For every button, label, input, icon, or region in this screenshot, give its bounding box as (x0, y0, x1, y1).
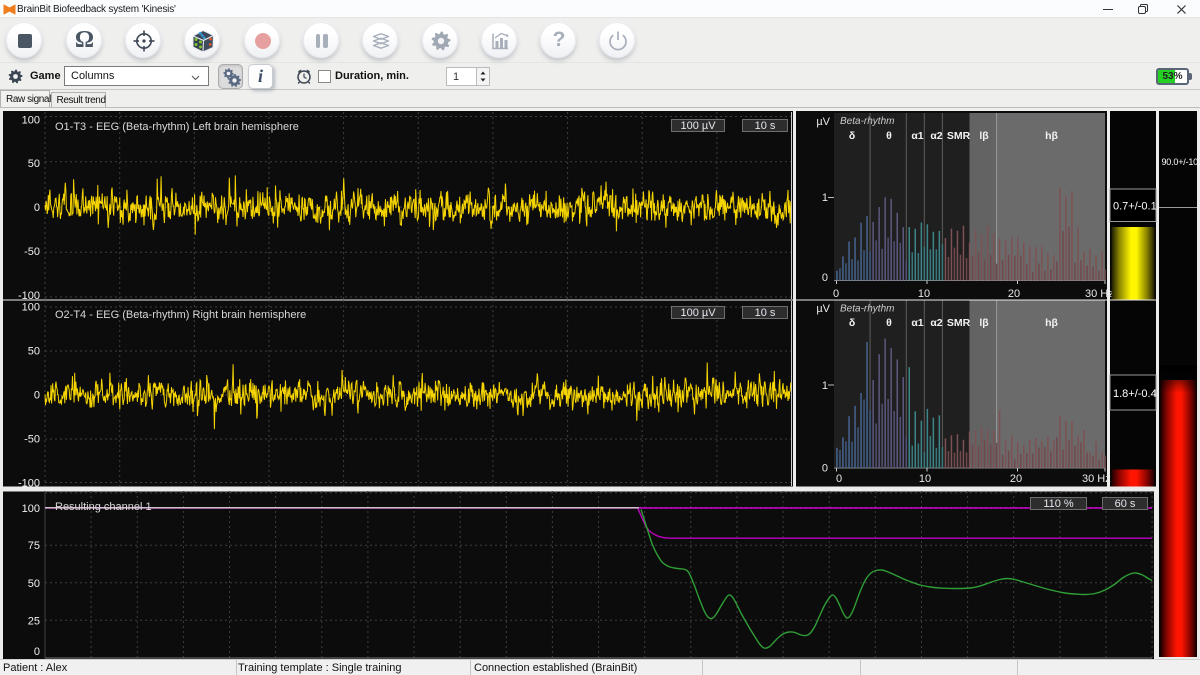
svg-text:α2: α2 (930, 130, 942, 142)
svg-text:100: 100 (22, 302, 40, 314)
svg-text:hβ: hβ (1045, 130, 1058, 142)
svg-text:50: 50 (28, 346, 40, 358)
svg-text:30 Hz: 30 Hz (1085, 288, 1114, 300)
svg-text:O2-T4 - EEG (Beta-rhythm) Righ: O2-T4 - EEG (Beta-rhythm) Right brain he… (55, 309, 306, 321)
svg-text:α1: α1 (911, 130, 923, 142)
svg-text:-50: -50 (24, 434, 40, 446)
svg-text:δ: δ (849, 317, 855, 329)
svg-text:20: 20 (1008, 288, 1020, 300)
svg-text:10: 10 (919, 473, 931, 485)
svg-text:-100: -100 (18, 478, 40, 490)
svg-text:30 Hz: 30 Hz (1082, 473, 1111, 485)
svg-text:0: 0 (836, 473, 842, 485)
svg-text:10: 10 (918, 288, 930, 300)
svg-text:µV: µV (816, 116, 830, 128)
svg-text:0: 0 (822, 272, 828, 284)
svg-text:-100: -100 (18, 290, 40, 302)
svg-text:20: 20 (1010, 473, 1022, 485)
svg-text:0: 0 (34, 646, 40, 658)
svg-text:100: 100 (22, 115, 40, 127)
svg-text:SMR: SMR (947, 317, 971, 329)
svg-text:hβ: hβ (1045, 317, 1058, 329)
svg-text:-50: -50 (24, 246, 40, 258)
svg-text:25: 25 (28, 616, 40, 628)
svg-text:0.7+/-0.1: 0.7+/-0.1 (1113, 201, 1157, 213)
svg-text:1.8+/-0.4: 1.8+/-0.4 (1113, 388, 1157, 400)
svg-text:50: 50 (28, 578, 40, 590)
svg-text:Resulting channel 1: Resulting channel 1 (55, 501, 152, 513)
svg-text:0: 0 (833, 288, 839, 300)
svg-text:lβ: lβ (979, 317, 989, 329)
svg-text:SMR: SMR (947, 130, 971, 142)
svg-text:α1: α1 (911, 317, 923, 329)
svg-text:0: 0 (822, 463, 828, 475)
svg-text:Beta-rhythm: Beta-rhythm (840, 304, 894, 315)
svg-text:α2: α2 (930, 317, 942, 329)
svg-text:0: 0 (34, 202, 40, 214)
svg-text:100: 100 (22, 503, 40, 515)
svg-text:θ: θ (886, 317, 892, 329)
svg-text:0: 0 (34, 390, 40, 402)
svg-text:O1-T3 - EEG (Beta-rhythm) Left: O1-T3 - EEG (Beta-rhythm) Left brain hem… (55, 121, 299, 133)
svg-text:75: 75 (28, 540, 40, 552)
svg-text:µV: µV (816, 303, 830, 315)
svg-text:Beta-rhythm: Beta-rhythm (840, 116, 894, 127)
svg-text:50: 50 (28, 158, 40, 170)
svg-text:lβ: lβ (979, 130, 989, 142)
svg-text:θ: θ (886, 130, 892, 142)
svg-text:90.0+/-10.: 90.0+/-10. (1162, 157, 1200, 167)
svg-text:1: 1 (822, 380, 828, 392)
svg-text:δ: δ (849, 130, 855, 142)
svg-text:1: 1 (822, 192, 828, 204)
